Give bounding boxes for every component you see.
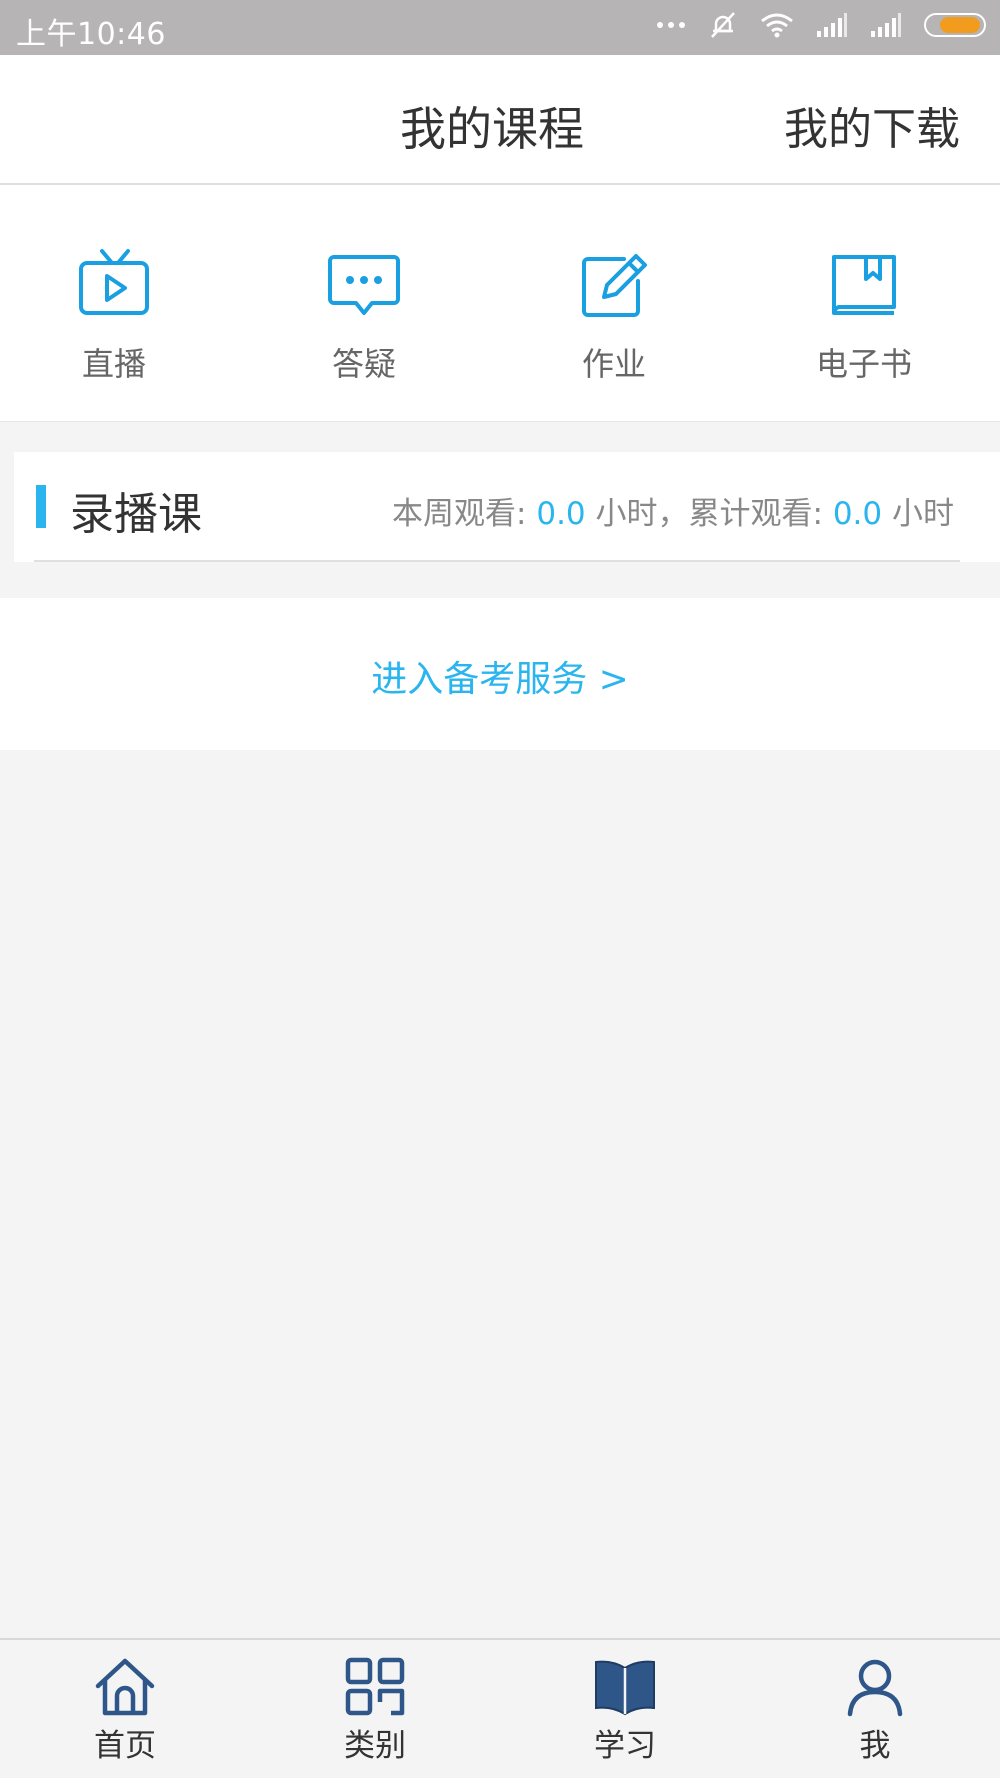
exam-service-link[interactable]: 进入备考服务 > — [371, 650, 629, 702]
total-watch-value: 0.0 — [832, 496, 883, 532]
bottom-tab-bar: 首页 类别 学习 我 — [0, 1638, 1000, 1778]
my-downloads-button[interactable]: 我的下载 — [784, 93, 960, 157]
app-header: 我的课程 我的下载 — [0, 55, 1000, 185]
tab-me[interactable]: 我 — [805, 1656, 945, 1765]
user-icon — [847, 1659, 903, 1717]
total-watch-label: 小时，累计观看: — [585, 496, 833, 532]
tab-label: 类别 — [344, 1728, 406, 1764]
quick-item-ebook[interactable]: 电子书 — [764, 245, 964, 385]
more-dots-icon — [657, 22, 685, 28]
tab-study[interactable]: 学习 — [555, 1656, 695, 1765]
home-icon — [95, 1658, 155, 1716]
quick-actions: 直播 答疑 作业 电子书 — [0, 185, 1000, 422]
quick-item-label: 答疑 — [331, 345, 396, 383]
open-book-icon — [595, 1660, 655, 1716]
mute-bell-icon — [711, 12, 735, 38]
exam-service-panel: 进入备考服务 > — [0, 598, 1000, 750]
ebook-icon — [832, 255, 896, 315]
watch-stats: 本周观看: 0.0 小时，累计观看: 0.0 小时 — [392, 488, 954, 533]
quick-item-homework[interactable]: 作业 — [514, 245, 714, 385]
edit-note-icon — [582, 254, 647, 317]
week-watch-label: 本周观看: — [392, 496, 537, 532]
signal-icon — [817, 13, 847, 37]
section-title: 录播课 — [70, 489, 202, 540]
section-accent-bar — [36, 485, 46, 528]
quick-item-label: 作业 — [581, 345, 646, 383]
quick-item-live[interactable]: 直播 — [14, 245, 214, 385]
tab-home[interactable]: 首页 — [55, 1656, 195, 1765]
wifi-icon — [761, 13, 793, 38]
hours-unit: 小时 — [882, 496, 954, 532]
chat-bubble-icon — [328, 255, 400, 315]
tab-label: 我 — [859, 1728, 891, 1764]
signal-icon — [871, 13, 901, 37]
tab-label: 首页 — [94, 1728, 156, 1764]
tv-play-icon — [79, 249, 149, 315]
divider — [34, 560, 960, 562]
quick-item-label: 直播 — [81, 345, 146, 383]
status-icons — [656, 10, 986, 40]
tab-category[interactable]: 类别 — [305, 1656, 445, 1765]
status-bar: 上午10:46 — [0, 0, 1000, 55]
quick-item-qa[interactable]: 答疑 — [264, 245, 464, 385]
tab-label: 学习 — [594, 1728, 656, 1764]
battery-icon — [924, 13, 986, 37]
category-grid-icon — [345, 1657, 405, 1716]
quick-item-label: 电子书 — [815, 345, 912, 383]
status-time: 上午10:46 — [16, 17, 166, 52]
week-watch-value: 0.0 — [536, 496, 586, 532]
recorded-course-card[interactable]: 录播课 本周观看: 0.0 小时，累计观看: 0.0 小时 — [14, 452, 1000, 562]
